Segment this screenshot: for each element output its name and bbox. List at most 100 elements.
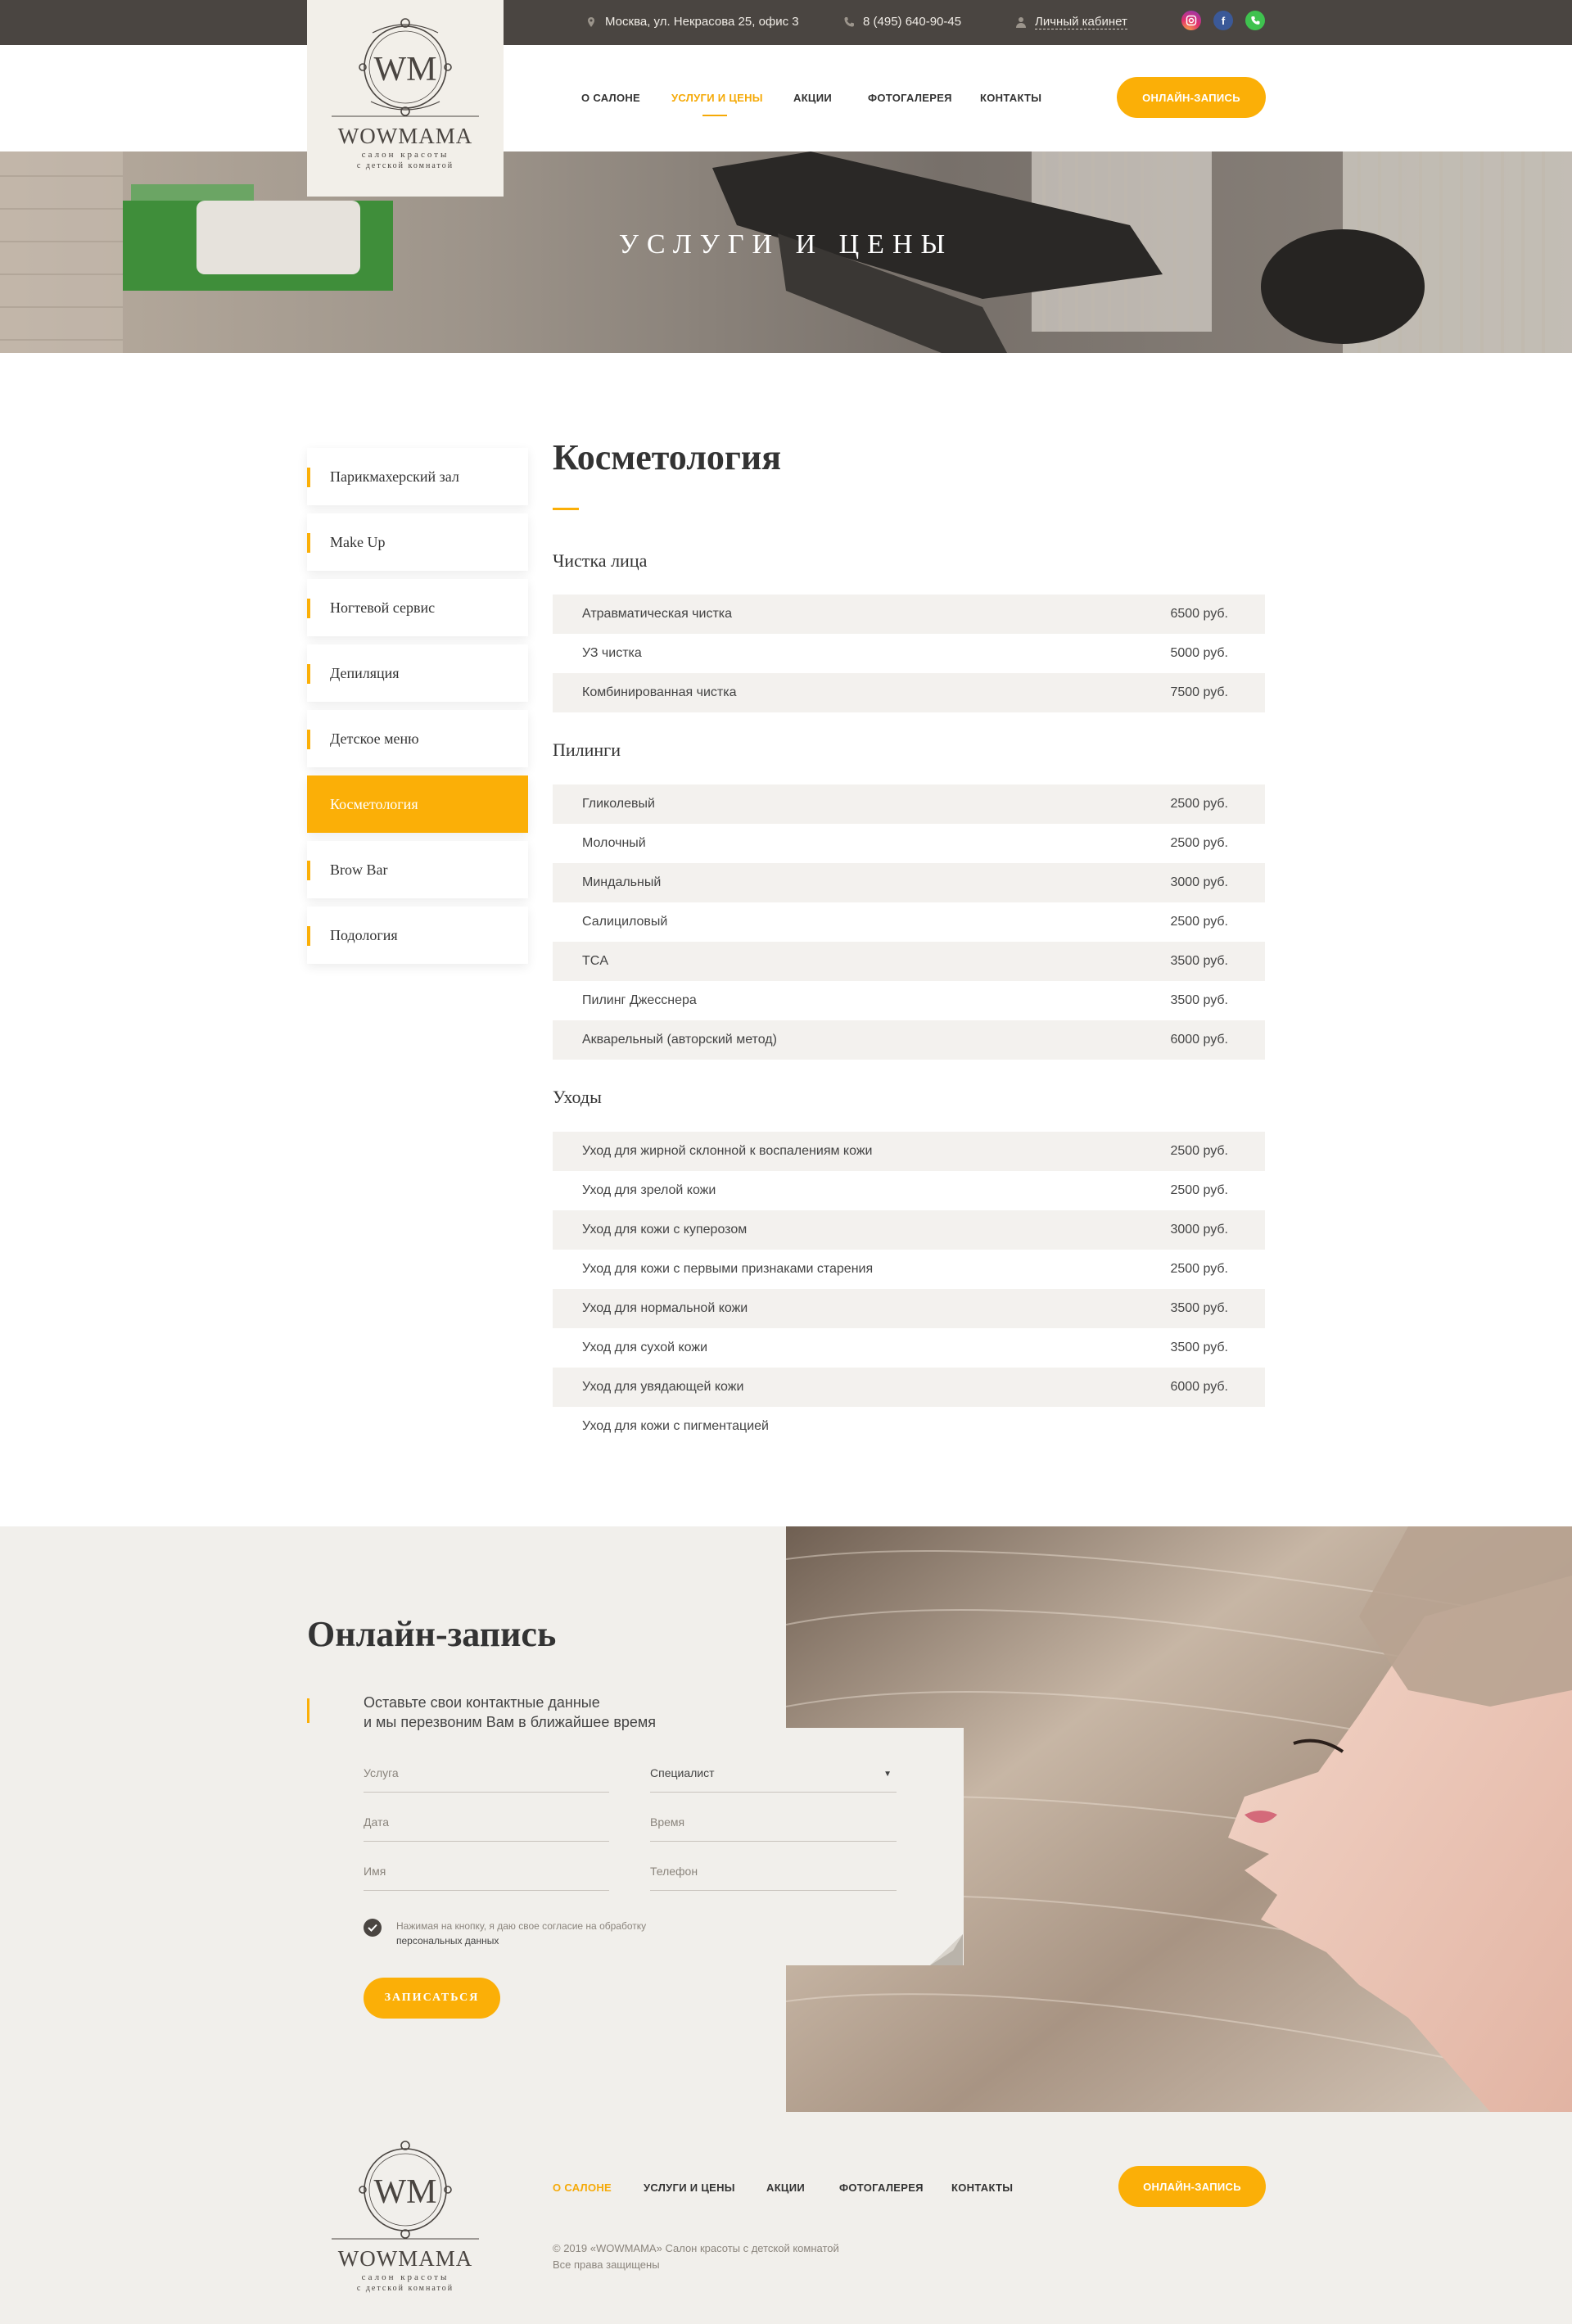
service-name: Уход для сухой кожи: [582, 1341, 708, 1354]
service-price: 2500 руб.: [1170, 797, 1228, 811]
location-pin-icon: [588, 16, 594, 27]
logo-tagline-1: салон красоты: [362, 150, 449, 160]
service-price: 2500 руб.: [1170, 1183, 1228, 1197]
footer-nav-contacts[interactable]: КОНТАКТЫ: [951, 2182, 1013, 2194]
time-field[interactable]: Время: [650, 1812, 897, 1842]
specialist-select-value: Специалист: [650, 1766, 715, 1779]
price-row: Уход для зрелой кожи 2500 руб.: [553, 1171, 1265, 1210]
cabinet-link[interactable]: Личный кабинет: [1015, 15, 1127, 29]
submit-button[interactable]: ЗАПИСАТЬСЯ: [364, 1978, 500, 2019]
service-name: Уход для кожи с куперозом: [582, 1223, 748, 1237]
service-name: Акварельный (авторский метод): [582, 1033, 777, 1047]
sidebar-item-depilation[interactable]: Депиляция: [307, 644, 528, 702]
specialist-select[interactable]: Специалист ▼: [650, 1763, 897, 1793]
consent-checkbox[interactable]: [364, 1919, 382, 1937]
service-name: Пилинг Джесснера: [582, 993, 697, 1007]
booking-subtitle-2: и мы перезвоним Вам в ближайшее время: [364, 1714, 657, 1730]
whatsapp-icon[interactable]: [1245, 11, 1265, 30]
online-booking-button[interactable]: ОНЛАЙН-ЗАПИСЬ: [1117, 77, 1266, 118]
nav-gallery[interactable]: ФОТОГАЛЕРЕЯ: [868, 92, 952, 104]
logo-tagline-2: с детской комнатой: [357, 161, 454, 170]
name-field[interactable]: Имя: [364, 1861, 609, 1891]
price-row: Уход для кожи с куперозом 3000 руб.: [553, 1210, 1265, 1250]
cabinet-text: Личный кабинет: [1035, 15, 1127, 29]
service-price: 2500 руб.: [1170, 915, 1228, 929]
time-field-placeholder: Время: [650, 1815, 685, 1829]
service-name: УЗ чистка: [582, 646, 642, 660]
service-price: 3500 руб.: [1170, 1301, 1228, 1315]
page-title: Косметология: [553, 437, 782, 477]
booking-title: Онлайн-запись: [307, 1614, 557, 1654]
footer: [0, 2112, 1572, 2324]
service-price: 7500 руб.: [1170, 685, 1228, 699]
price-row: Уход для нормальной кожи 3500 руб.: [553, 1289, 1265, 1328]
phone[interactable]: 8 (495) 640-90-45: [843, 15, 961, 29]
date-field-placeholder: Дата: [364, 1815, 390, 1829]
footer-nav-gallery[interactable]: ФОТОГАЛЕРЕЯ: [839, 2182, 924, 2194]
service-field[interactable]: Услуга: [364, 1763, 609, 1793]
service-price: 2500 руб.: [1170, 836, 1228, 850]
date-field[interactable]: Дата: [364, 1812, 609, 1842]
price-row: Уход для сухой кожи 3500 руб.: [553, 1328, 1265, 1368]
service-price: 3500 руб.: [1170, 954, 1228, 968]
service-name: Салициловый: [582, 915, 668, 929]
address-text: Москва, ул. Некрасова 25, офис 3: [605, 15, 799, 29]
nav-services[interactable]: УСЛУГИ И ЦЕНЫ: [671, 92, 763, 104]
sidebar-item-cosmetology[interactable]: Косметология: [307, 775, 528, 833]
consent-link[interactable]: персональных данных: [396, 1935, 499, 1946]
nav-about[interactable]: О САЛОНЕ: [581, 92, 640, 104]
price-row: Уход для кожи с первыми признаками старе…: [553, 1250, 1265, 1289]
nav-contacts[interactable]: КОНТАКТЫ: [980, 92, 1041, 104]
instagram-icon[interactable]: [1181, 11, 1201, 30]
sidebar-item-nails[interactable]: Ногтевой сервис: [307, 579, 528, 636]
price-row: Молочный 2500 руб.: [553, 824, 1265, 863]
service-name: Уход для кожи с первыми признаками старе…: [582, 1262, 874, 1276]
top-bar: Москва, ул. Некрасова 25, офис 3 8 (495)…: [0, 0, 1572, 45]
logo-emblem: WM WOWMAMA салон красоты с детской комна…: [332, 18, 479, 170]
copyright: © 2019 «WOWMAMA» Салон красоты с детской…: [553, 2242, 839, 2254]
service-name: Атравматическая чистка: [582, 607, 733, 621]
chevron-down-icon: ▼: [883, 1770, 892, 1779]
hero-title: УСЛУГИ И ЦЕНЫ: [618, 229, 954, 260]
phone-field[interactable]: Телефон: [650, 1861, 897, 1891]
footer-nav-services[interactable]: УСЛУГИ И ЦЕНЫ: [644, 2182, 735, 2194]
price-row: Акварельный (авторский метод) 6000 руб.: [553, 1020, 1265, 1060]
sidebar-item-hairdressing[interactable]: Парикмахерский зал: [307, 448, 528, 505]
price-row: Уход для жирной склонной к воспалениям к…: [553, 1132, 1265, 1171]
service-price: 3000 руб.: [1170, 875, 1228, 889]
price-row: TCA 3500 руб.: [553, 942, 1265, 981]
sidebar-item-podology[interactable]: Подология: [307, 907, 528, 964]
service-price: 5000 руб.: [1170, 646, 1228, 660]
address: Москва, ул. Некрасова 25, офис 3: [585, 15, 799, 29]
phone-field-placeholder: Телефон: [650, 1865, 698, 1878]
service-name: Уход для зрелой кожи: [582, 1183, 716, 1197]
footer-logo[interactable]: WM WOWMAMA салон красоты с детской комна…: [307, 2126, 504, 2314]
facebook-icon[interactable]: f: [1213, 11, 1233, 30]
service-price: 3500 руб.: [1170, 993, 1228, 1007]
service-name: Уход для увядающей кожи: [582, 1380, 744, 1394]
sidebar-item-brow-bar[interactable]: Brow Bar: [307, 841, 528, 898]
nav-promotions[interactable]: АКЦИИ: [793, 92, 832, 104]
price-row: Уход для кожи с пигментацией: [553, 1407, 1265, 1446]
service-price: 6000 руб.: [1170, 1380, 1228, 1394]
footer-nav-promotions[interactable]: АКЦИИ: [766, 2182, 805, 2194]
logo-mark: WM: [374, 51, 437, 88]
price-row: Комбинированная чистка 7500 руб.: [553, 673, 1265, 712]
sidebar-item-makeup[interactable]: Make Up: [307, 513, 528, 571]
footer-nav-about[interactable]: О САЛОНЕ: [553, 2182, 612, 2194]
service-price: 6000 руб.: [1170, 1033, 1228, 1047]
service-price: 3000 руб.: [1170, 1223, 1228, 1237]
footer-logo-mark: WM: [374, 2173, 437, 2211]
phone-text: 8 (495) 640-90-45: [863, 15, 962, 29]
price-row: Салициловый 2500 руб.: [553, 902, 1265, 942]
service-name: Молочный: [582, 836, 646, 850]
logo[interactable]: WM WOWMAMA салон красоты с детской комна…: [307, 0, 504, 197]
main-navigation: [0, 45, 1572, 151]
sidebar-item-kids-menu[interactable]: Детское меню: [307, 710, 528, 767]
booking-accent-bar: [307, 1698, 309, 1723]
section-title: Уходы: [553, 1087, 602, 1107]
footer-logo-tagline-2: с детской комнатой: [357, 2284, 454, 2293]
service-name: Уход для кожи с пигментацией: [582, 1419, 769, 1433]
footer-booking-button[interactable]: ОНЛАЙН-ЗАПИСЬ: [1118, 2166, 1266, 2207]
name-field-placeholder: Имя: [364, 1865, 386, 1878]
